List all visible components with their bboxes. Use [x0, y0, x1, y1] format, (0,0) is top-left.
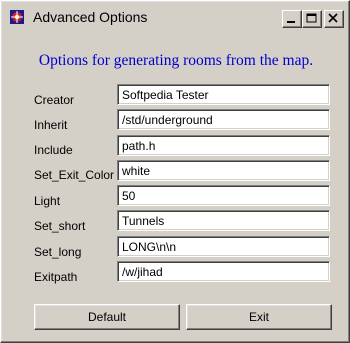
minimize-button[interactable] [282, 10, 302, 28]
inherit-label: Inherit [34, 118, 68, 132]
maximize-icon [306, 13, 317, 23]
exit-button[interactable]: Exit [186, 304, 332, 330]
light-input[interactable] [117, 185, 330, 206]
creator-label: Creator [34, 93, 75, 107]
set-exit-color-label: Set_Exit_Color [34, 168, 115, 182]
set-short-input[interactable] [117, 210, 330, 231]
maximize-button[interactable] [302, 10, 322, 28]
exitpath-label: Exitpath [34, 270, 78, 284]
include-input[interactable] [117, 135, 330, 156]
include-label: Include [34, 143, 73, 157]
default-button[interactable]: Default [34, 304, 180, 330]
minimize-icon [287, 21, 295, 23]
close-icon [328, 13, 338, 23]
title-bar[interactable]: Advanced Options [4, 4, 346, 30]
set-long-label: Set_long [34, 245, 82, 259]
light-label: Light [34, 194, 61, 208]
options-heading: Options for generating rooms from the ma… [38, 52, 314, 69]
inherit-input[interactable] [117, 109, 330, 130]
creator-input[interactable] [117, 84, 330, 105]
close-button[interactable] [324, 10, 344, 28]
advanced-options-window: Advanced Options Options for generating … [0, 0, 350, 343]
set-short-label: Set_short [34, 219, 86, 233]
window-title: Advanced Options [33, 9, 148, 25]
app-icon[interactable] [10, 10, 24, 24]
exitpath-input[interactable] [117, 261, 330, 282]
set-exit-color-input[interactable] [117, 160, 330, 181]
set-long-input[interactable] [117, 236, 330, 257]
